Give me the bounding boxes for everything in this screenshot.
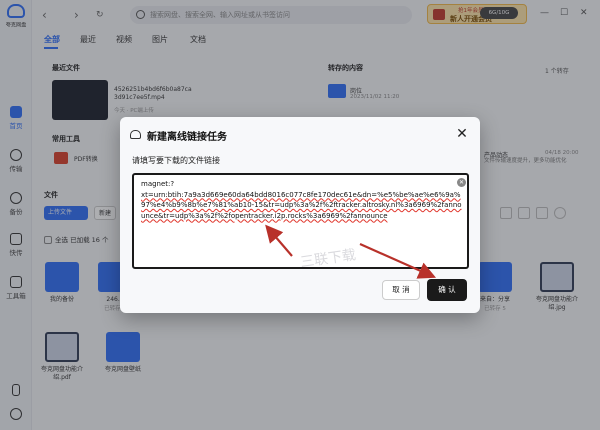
cloud-icon: [130, 130, 141, 139]
clear-input-icon[interactable]: ✕: [457, 178, 466, 187]
cancel-button[interactable]: 取 消: [382, 280, 420, 300]
offline-download-dialog: 新建离线链接任务 ✕ 请填写要下载的文件链接 magnet:? xt=urn:b…: [120, 117, 480, 313]
confirm-button[interactable]: 确 认: [427, 279, 467, 301]
link-field-label: 请填写要下载的文件链接: [132, 156, 220, 165]
link-text[interactable]: magnet:? xt=urn:btih:7a9a3d669e60da64bdd…: [141, 179, 463, 221]
close-icon[interactable]: ✕: [454, 126, 470, 142]
dialog-title: 新建离线链接任务: [147, 132, 227, 143]
link-text-body: xt=urn:btih:7a9a3d669e60da64bdd8016c077c…: [141, 190, 462, 220]
link-text-first-line: magnet:?: [141, 180, 175, 188]
